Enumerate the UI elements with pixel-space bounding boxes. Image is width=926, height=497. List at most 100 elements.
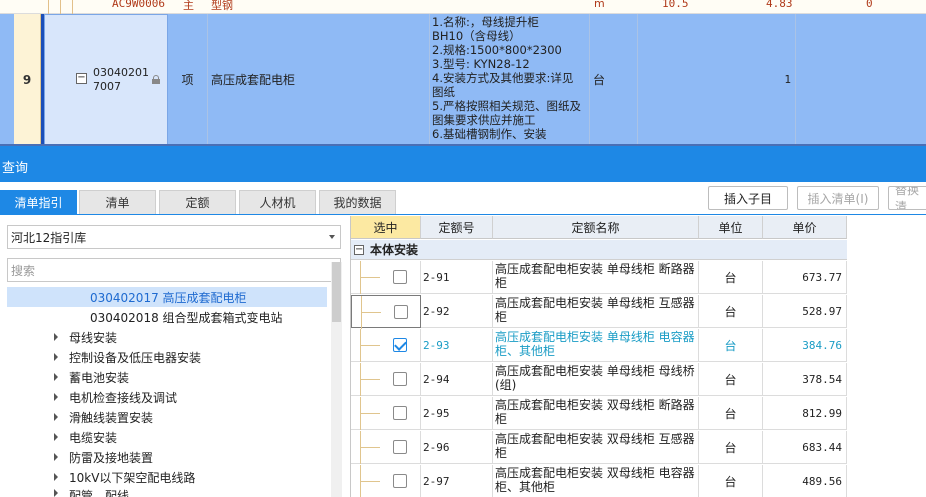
- tree-item-motor[interactable]: 电机检查接线及调试: [7, 387, 327, 407]
- quota-code: 2-94: [421, 363, 493, 396]
- prev-row-code: AC9W0006: [112, 0, 165, 10]
- select-cell[interactable]: [351, 431, 421, 464]
- prev-row-extra: 0: [866, 0, 873, 10]
- tree-item-030402018[interactable]: 030402018 组合型成套箱式变电站: [7, 307, 327, 327]
- guide-tree-panel: 河北12指引库 搜索 030402017 高压成套配电柜 030402018 组…: [0, 215, 345, 497]
- tree-scrollbar[interactable]: [331, 262, 342, 497]
- expand-arrow-icon[interactable]: [54, 373, 58, 381]
- expand-arrow-icon[interactable]: [54, 333, 58, 341]
- header-select[interactable]: 选中: [351, 216, 421, 239]
- table-row[interactable]: 2-96 高压成套配电柜安装 双母线柜 互感器柜 台 683.44: [351, 431, 847, 464]
- tab-my-data[interactable]: 我的数据: [319, 190, 396, 215]
- code-cell[interactable]: − 03040201 7007: [44, 14, 168, 145]
- insert-list-button[interactable]: 插入清单(I): [797, 186, 879, 210]
- table-row[interactable]: 2-91 高压成套配电柜安装 单母线柜 断路器柜 台 673.77: [351, 261, 847, 294]
- tree-item-label: 母线安装: [69, 330, 118, 345]
- scrollbar-thumb[interactable]: [332, 262, 341, 322]
- feature-line: 1.名称:，母线提升柜: [432, 15, 539, 29]
- tree-item-control-devices[interactable]: 控制设备及低压电器安装: [7, 347, 327, 367]
- row-checkbox[interactable]: [393, 270, 407, 284]
- replace-button[interactable]: 替换清: [888, 186, 926, 210]
- row-number: 9: [14, 14, 41, 145]
- table-row[interactable]: 2-94 高压成套配电柜安装 单母线柜 母线桥(组) 台 378.54: [351, 363, 847, 396]
- tree-item-battery[interactable]: 蓄电池安装: [7, 367, 327, 387]
- quota-unit: 台: [699, 431, 763, 464]
- feature-line: 图集要求供应并施工: [432, 113, 536, 127]
- header-code[interactable]: 定额号: [421, 216, 493, 239]
- prev-row-type: 主: [183, 0, 194, 12]
- group-label: 本体安装: [370, 243, 419, 257]
- tree-item-030402017[interactable]: 030402017 高压成套配电柜: [7, 287, 327, 307]
- quota-name: 高压成套配电柜安装 单母线柜 电容器柜、其他柜: [493, 329, 699, 362]
- expand-arrow-icon[interactable]: [54, 489, 58, 497]
- row-checkbox[interactable]: [393, 474, 407, 488]
- group-row[interactable]: − 本体安装: [351, 240, 847, 260]
- row-checkbox[interactable]: [393, 372, 407, 386]
- tree-item-label: 电缆安装: [69, 430, 118, 445]
- tab-list[interactable]: 清单: [79, 190, 156, 215]
- expand-arrow-icon[interactable]: [54, 393, 58, 401]
- row-code-line2: 7007: [93, 80, 121, 93]
- quota-table: 选中 定额号 定额名称 单位 单价 − 本体安装 2-91 高压成套配电柜安装 …: [350, 216, 847, 497]
- row-checkbox-checked[interactable]: [393, 338, 407, 352]
- select-cell[interactable]: [351, 397, 421, 430]
- query-panel-header: 查询: [0, 146, 926, 182]
- row-checkbox[interactable]: [393, 440, 407, 454]
- quota-name: 高压成套配电柜安装 双母线柜 互感器柜: [493, 431, 699, 464]
- library-select[interactable]: 河北12指引库: [7, 225, 341, 249]
- expand-arrow-icon[interactable]: [54, 353, 58, 361]
- header-unit[interactable]: 单位: [699, 216, 763, 239]
- tree-item-trolley[interactable]: 滑触线装置安装: [7, 407, 327, 427]
- tree-item-cable[interactable]: 电缆安装: [7, 427, 327, 447]
- select-cell[interactable]: [351, 465, 421, 497]
- row-name: 高压成套配电柜: [208, 14, 430, 145]
- header-name[interactable]: 定额名称: [493, 216, 699, 239]
- feature-line: 3.型号: KYN28-12: [432, 57, 530, 71]
- query-panel-title: 查询: [2, 161, 29, 176]
- select-cell[interactable]: [351, 329, 421, 362]
- row-blank-cell: [796, 14, 926, 145]
- quota-name: 高压成套配电柜安装 单母线柜 断路器柜: [493, 261, 699, 294]
- tree-guide-line: [48, 0, 49, 14]
- selected-table-row[interactable]: 9 − 03040201 7007 项 高压成套配电柜 1.名称:，母线提升柜 …: [0, 14, 926, 145]
- library-select-value: 河北12指引库: [11, 230, 87, 245]
- collapse-icon[interactable]: −: [354, 244, 364, 255]
- quota-unit: 台: [699, 465, 763, 497]
- prev-row-name: 型钢: [211, 0, 233, 12]
- quota-price: 528.97: [763, 295, 847, 328]
- table-row[interactable]: 2-95 高压成套配电柜安装 双母线柜 断路器柜 台 812.99: [351, 397, 847, 430]
- insert-child-button[interactable]: 插入子目: [708, 186, 788, 210]
- header-price[interactable]: 单价: [763, 216, 847, 239]
- table-row[interactable]: 2-97 高压成套配电柜安装 双母线柜 电容器柜、其他柜 台 489.56: [351, 465, 847, 497]
- tree-item-lightning[interactable]: 防雷及接地装置: [7, 447, 327, 467]
- row-code: 03040201 7007: [93, 66, 149, 94]
- table-row[interactable]: 2-93 高压成套配电柜安装 单母线柜 电容器柜、其他柜 台 384.76: [351, 329, 847, 362]
- collapse-icon[interactable]: −: [76, 73, 87, 84]
- tree-guide-line: [72, 0, 73, 14]
- select-cell[interactable]: [351, 363, 421, 396]
- tree-item-wiring[interactable]: 配管、配线: [7, 487, 327, 497]
- select-cell[interactable]: [351, 295, 421, 329]
- quota-price: 378.54: [763, 363, 847, 396]
- quota-name: 高压成套配电柜安装 双母线柜 电容器柜、其他柜: [493, 465, 699, 497]
- row-checkbox[interactable]: [394, 305, 408, 319]
- expand-arrow-icon[interactable]: [54, 413, 58, 421]
- tab-quota[interactable]: 定额: [159, 190, 236, 215]
- expand-arrow-icon[interactable]: [54, 453, 58, 461]
- search-input[interactable]: 搜索: [7, 258, 341, 282]
- tab-materials[interactable]: 人材机: [239, 190, 316, 215]
- select-cell[interactable]: [351, 261, 421, 294]
- row-checkbox[interactable]: [393, 406, 407, 420]
- expand-arrow-icon[interactable]: [54, 473, 58, 481]
- expand-arrow-icon[interactable]: [54, 433, 58, 441]
- quota-code: 2-93: [421, 329, 493, 362]
- tab-list-guide[interactable]: 清单指引: [0, 190, 77, 215]
- prev-row-price: 4.83: [766, 0, 793, 10]
- quota-price: 673.77: [763, 261, 847, 294]
- tree-item-label: 配管、配线: [69, 489, 130, 497]
- tree-item-overhead-line[interactable]: 10kV以下架空配电线路: [7, 467, 327, 487]
- feature-line: BH10（含母线）: [432, 29, 521, 43]
- tree-item-busbar[interactable]: 母线安装: [7, 327, 327, 347]
- table-row[interactable]: 2-92 高压成套配电柜安装 单母线柜 互感器柜 台 528.97: [351, 295, 847, 329]
- prev-table-row[interactable]: AC9W0006 主 型钢 m 10.5 4.83 0: [0, 0, 926, 14]
